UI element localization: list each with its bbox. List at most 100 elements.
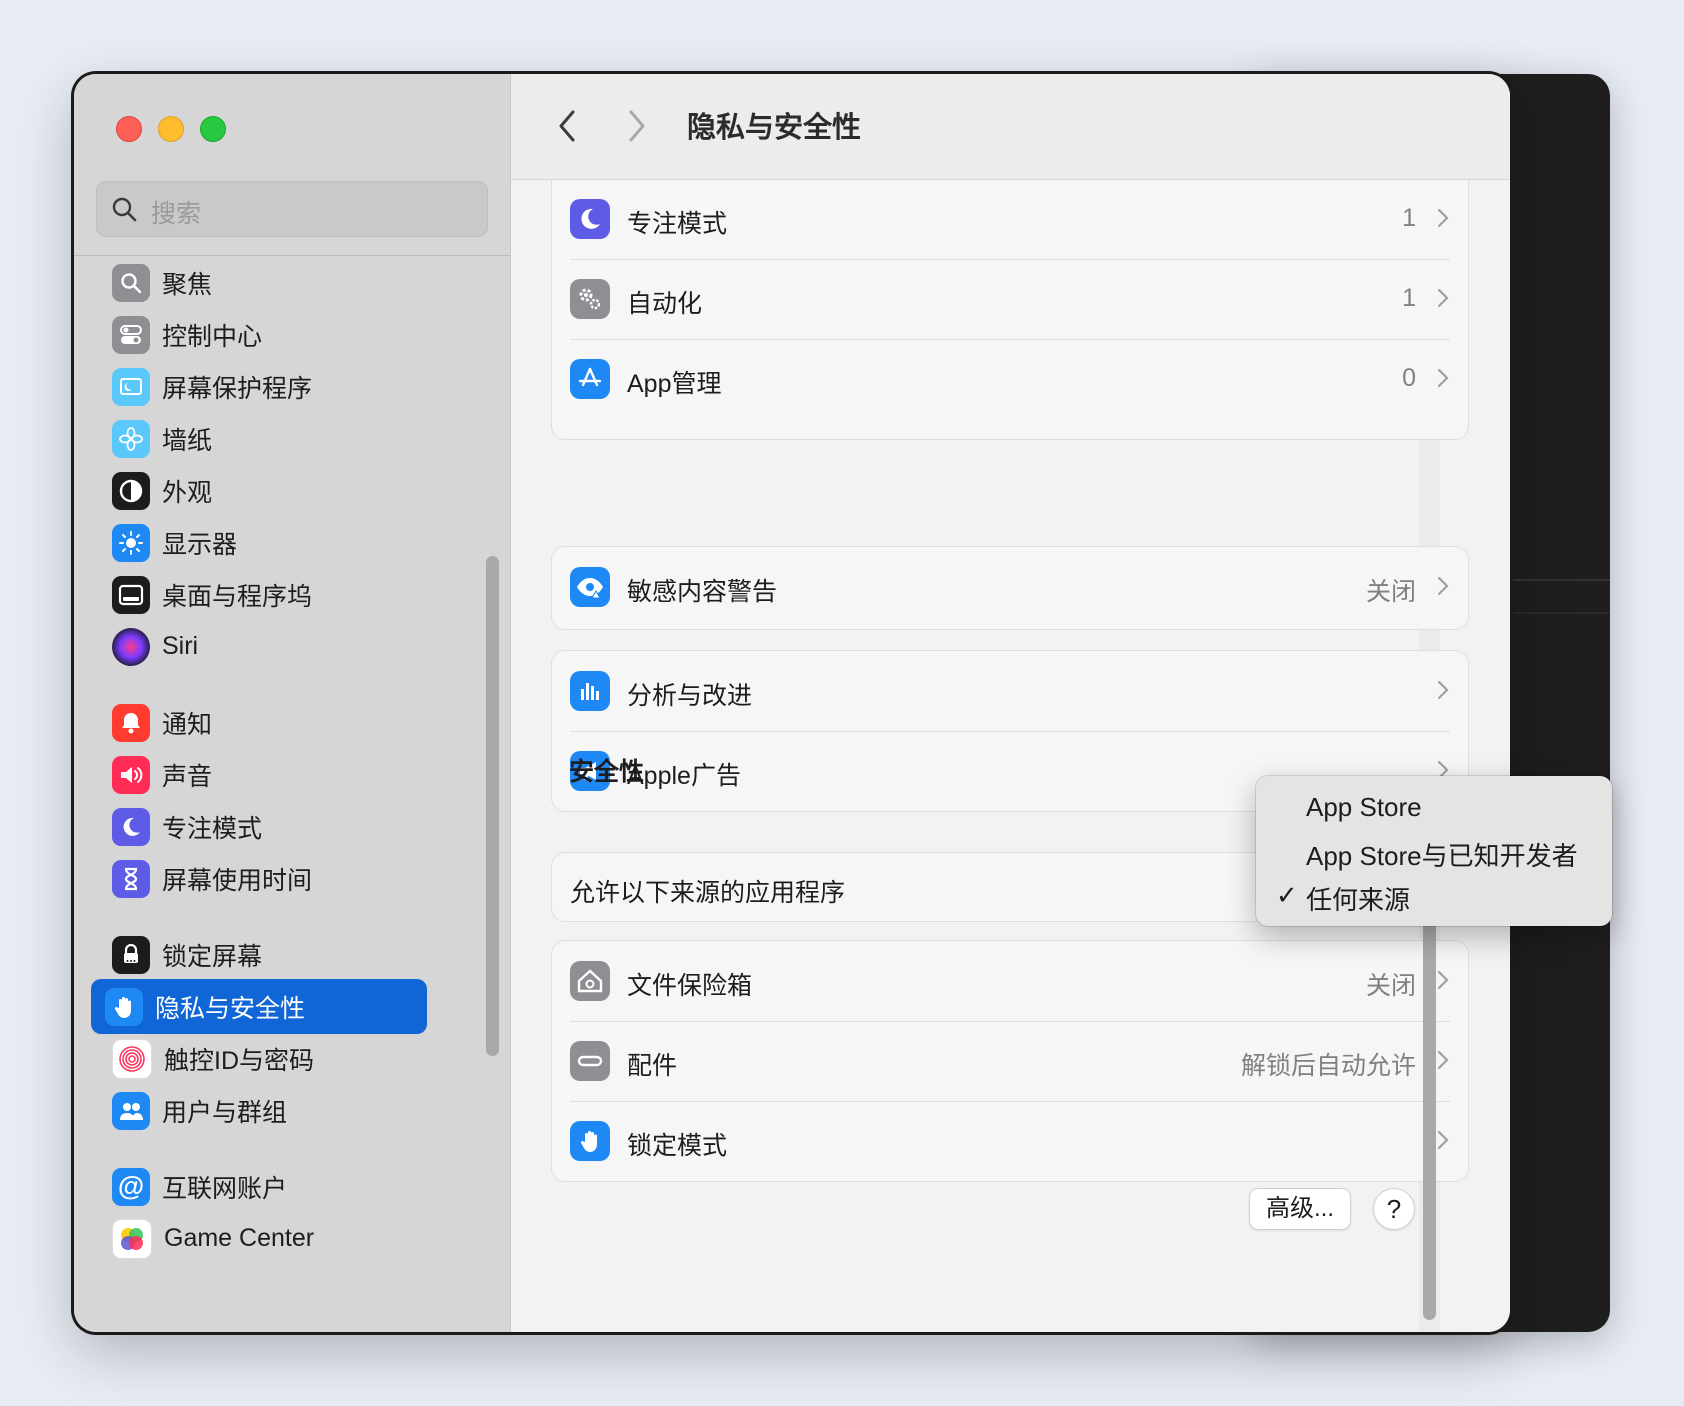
chevron-right-icon <box>1437 1050 1449 1070</box>
chevron-right-icon <box>1437 288 1449 308</box>
sidebar-item-displays[interactable]: 显示器 <box>98 515 458 570</box>
app-store-icon <box>570 359 610 399</box>
sidebar-item-privacy-security[interactable]: 隐私与安全性 <box>91 979 427 1034</box>
flower-icon <box>112 419 150 458</box>
chevron-right-icon <box>1437 208 1449 228</box>
sidebar-item-control-center[interactable]: 控制中心 <box>98 307 458 362</box>
sidebar-item-screensaver[interactable]: 屏幕保护程序 <box>98 359 458 414</box>
row-value: 1 <box>1402 204 1416 232</box>
sidebar-item-label: 控制中心 <box>162 322 263 351</box>
appearance-icon <box>112 471 150 510</box>
row-analytics[interactable]: 分析与改进 <box>552 651 1468 731</box>
chevron-right-icon <box>1437 1130 1449 1150</box>
sidebar-item-appearance[interactable]: 外观 <box>98 463 458 518</box>
sidebar-item-screen-time[interactable]: 屏幕使用时间 <box>98 851 458 906</box>
toggle-switches-icon <box>112 315 150 354</box>
search-icon <box>112 197 137 222</box>
sidebar-item-dock[interactable]: 桌面与程序坞 <box>98 567 458 622</box>
bar-chart-icon <box>570 671 610 711</box>
sidebar-item-focus[interactable]: 专注模式 <box>98 799 458 854</box>
spotlight-icon <box>112 263 150 302</box>
sidebar-item-wallpaper[interactable]: 墙纸 <box>98 411 458 466</box>
checkmark-icon: ✓ <box>1276 880 1298 910</box>
row-label: Apple广告 <box>627 762 741 790</box>
hand-icon <box>570 1121 610 1161</box>
main-scrollbar[interactable] <box>1423 900 1436 1320</box>
row-automation[interactable]: 自动化 1 <box>552 259 1468 339</box>
sidebar-item-spotlight[interactable]: 聚焦 <box>98 257 458 310</box>
forward-chevron-icon[interactable] <box>623 108 649 144</box>
sidebar-item-internet-accounts[interactable]: @ 互联网账户 <box>98 1159 458 1214</box>
sidebar-item-game-center[interactable]: Game Center <box>98 1211 458 1266</box>
moon-icon <box>570 199 610 239</box>
row-sensitive-content[interactable]: 敏感内容警告 关闭 <box>552 547 1468 627</box>
chevron-right-icon <box>1437 680 1449 700</box>
row-label: 自动化 <box>627 290 703 318</box>
window-controls <box>116 116 226 142</box>
sidebar-item-label: 通知 <box>162 710 213 739</box>
gears-icon <box>570 279 610 319</box>
hourglass-icon <box>112 859 150 898</box>
sidebar-item-label: Siri <box>162 632 199 660</box>
sidebar-item-users-groups[interactable]: 用户与群组 <box>98 1083 458 1138</box>
chevron-right-icon <box>1437 576 1449 596</box>
row-label: 锁定模式 <box>627 1132 728 1160</box>
section-title-security: 安全性 <box>569 758 645 786</box>
search-field[interactable]: 搜索 <box>96 181 488 237</box>
sidebar-item-touch-id[interactable]: 触控ID与密码 <box>98 1031 458 1086</box>
back-chevron-icon[interactable] <box>555 108 581 144</box>
row-label: 专注模式 <box>627 210 728 238</box>
main-pane: 隐私与安全性 专注模式 1 自动化 1 App管理 0 敏感内容警告 关闭 分析… <box>511 74 1510 1332</box>
content-area: 专注模式 1 自动化 1 App管理 0 敏感内容警告 关闭 分析与改进 App… <box>511 160 1510 1332</box>
zoom-button[interactable] <box>200 116 226 142</box>
advanced-button[interactable]: 高级... <box>1249 1188 1351 1230</box>
hand-icon <box>105 987 143 1026</box>
settings-window: 搜索 聚焦 控制中心 屏幕保护程序 墙纸 外观 显示器 桌面与程序坞 Siri … <box>74 74 1510 1332</box>
users-icon <box>112 1091 150 1130</box>
minimize-button[interactable] <box>158 116 184 142</box>
fingerprint-icon <box>112 1038 152 1079</box>
sidebar-item-label: 专注模式 <box>162 814 263 843</box>
screensaver-icon <box>112 367 150 406</box>
menu-option-app-store[interactable]: App Store <box>1306 792 1422 823</box>
lock-icon <box>112 935 150 974</box>
chevron-right-icon <box>1437 970 1449 990</box>
sidebar-item-notifications[interactable]: 通知 <box>98 695 458 750</box>
sidebar-item-label: 触控ID与密码 <box>164 1046 315 1075</box>
row-label: App管理 <box>627 370 722 398</box>
sidebar-item-sound[interactable]: 声音 <box>98 747 458 802</box>
at-sign-icon: @ <box>112 1167 150 1206</box>
bell-icon <box>112 703 150 742</box>
row-accessories[interactable]: 配件 解锁后自动允许 <box>552 1021 1468 1101</box>
row-value: 关闭 <box>1365 972 1416 1000</box>
row-value: 解锁后自动允许 <box>1240 1052 1416 1080</box>
dock-icon <box>112 575 150 614</box>
sidebar-item-label: 互联网账户 <box>162 1174 288 1203</box>
menu-option-anywhere[interactable]: 任何来源 <box>1306 880 1410 917</box>
sidebar-item-label: 隐私与安全性 <box>155 994 306 1023</box>
row-value: 0 <box>1402 364 1416 392</box>
row-filevault[interactable]: 文件保险箱 关闭 <box>552 941 1468 1021</box>
sidebar-item-siri[interactable]: Siri <box>98 619 458 674</box>
sidebar-item-lock-screen[interactable]: 锁定屏幕 <box>98 927 458 982</box>
row-lockdown-mode[interactable]: 锁定模式 <box>552 1101 1468 1181</box>
sidebar-item-label: 显示器 <box>162 530 238 559</box>
row-value: 关闭 <box>1365 578 1416 606</box>
row-focus[interactable]: 专注模式 1 <box>552 179 1468 259</box>
toolbar: 隐私与安全性 <box>511 74 1510 180</box>
help-button[interactable]: ? <box>1373 1188 1415 1230</box>
speaker-icon <box>112 755 150 794</box>
sidebar-scrollbar[interactable] <box>486 556 499 1056</box>
row-app-management[interactable]: App管理 0 <box>552 339 1468 419</box>
close-button[interactable] <box>116 116 142 142</box>
moon-icon <box>112 807 150 846</box>
sidebar-item-label: 屏幕使用时间 <box>162 866 313 895</box>
sidebar-list: 聚焦 控制中心 屏幕保护程序 墙纸 外观 显示器 桌面与程序坞 Siri 通知 … <box>74 257 510 1332</box>
sidebar-item-label: 桌面与程序坞 <box>162 582 313 611</box>
chevron-right-icon <box>1437 368 1449 388</box>
sidebar-item-label: 锁定屏幕 <box>162 942 263 971</box>
row-label: 敏感内容警告 <box>627 578 778 606</box>
menu-option-app-store-identified[interactable]: App Store与已知开发者 <box>1306 836 1578 873</box>
sidebar-item-label: 外观 <box>162 478 213 507</box>
sidebar-item-label: 墙纸 <box>162 426 213 455</box>
